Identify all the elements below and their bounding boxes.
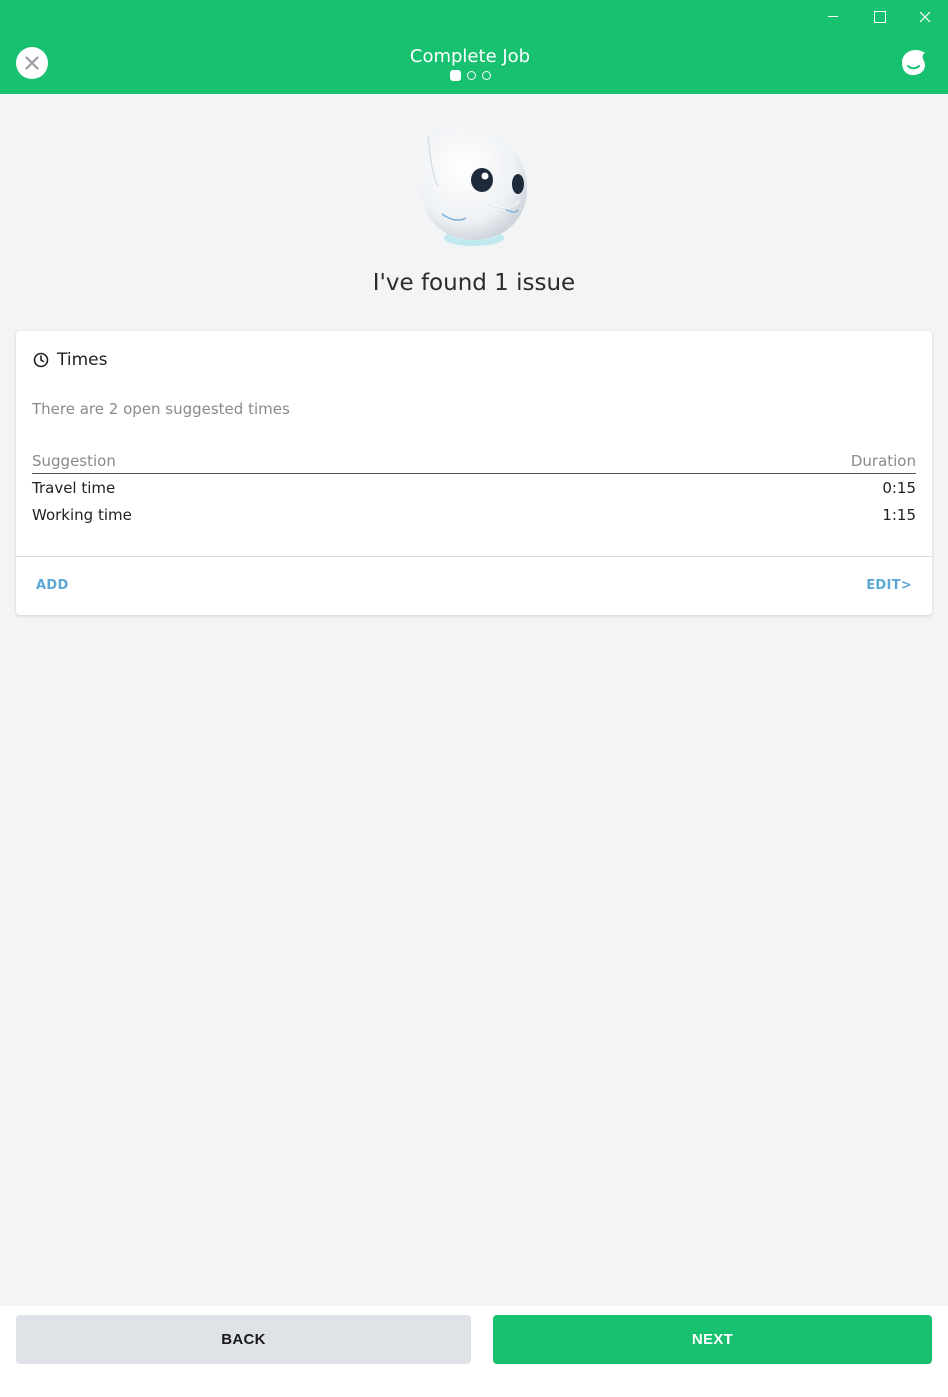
footer-bar: BACK NEXT [0, 1306, 948, 1397]
column-duration: Duration [850, 452, 916, 470]
mascot-image [422, 128, 528, 246]
step-dot-2 [467, 71, 476, 80]
row-duration: 1:15 [882, 505, 916, 524]
times-table: Suggestion Duration Travel time 0:15 Wor… [32, 452, 916, 528]
window-close-icon[interactable] [902, 6, 948, 28]
table-header: Suggestion Duration [32, 452, 916, 474]
add-time-button[interactable]: ADD [36, 578, 69, 593]
issue-heading: I've found 1 issue [372, 270, 576, 296]
page-title: Complete Job [409, 46, 531, 67]
row-duration: 0:15 [882, 478, 916, 497]
maximize-icon[interactable] [856, 6, 902, 28]
times-card-title: Times [57, 350, 108, 370]
step-dot-3 [482, 71, 491, 80]
row-label: Travel time [32, 478, 116, 497]
assistant-icon[interactable] [898, 47, 928, 77]
step-dot-1 [450, 70, 461, 81]
step-indicator [450, 70, 491, 81]
table-row: Working time 1:15 [32, 501, 916, 528]
window-controls [810, 6, 948, 28]
minimize-icon[interactable] [810, 6, 856, 28]
back-button[interactable]: BACK [16, 1315, 471, 1364]
clock-icon [33, 352, 49, 368]
row-label: Working time [32, 505, 132, 524]
times-card: Times There are 2 open suggested times S… [16, 331, 932, 615]
times-card-header: Times [33, 350, 107, 370]
column-suggestion: Suggestion [32, 452, 116, 470]
table-row: Travel time 0:15 [32, 474, 916, 501]
card-divider [16, 556, 932, 557]
header-bar: Complete Job [0, 0, 948, 94]
complete-job-window: Complete Job I've found 1 issue Times Th… [0, 0, 948, 1397]
times-card-subtitle: There are 2 open suggested times [32, 400, 290, 418]
edit-times-button[interactable]: EDIT> [866, 578, 912, 593]
next-button[interactable]: NEXT [493, 1315, 932, 1364]
